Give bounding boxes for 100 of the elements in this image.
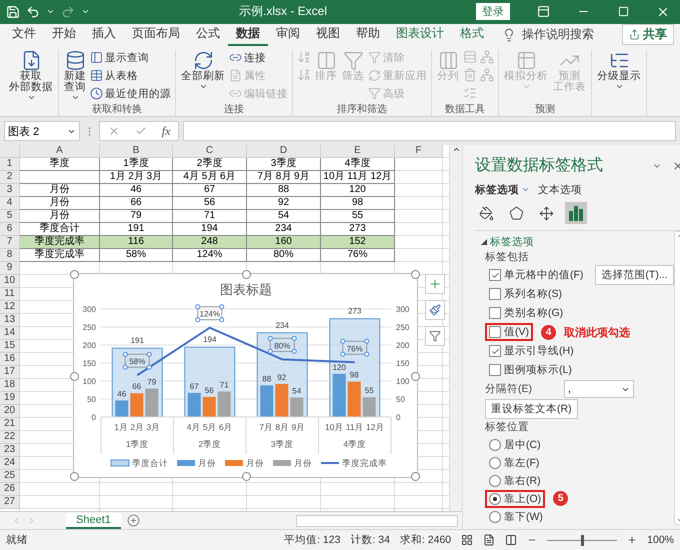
checkbox[interactable]: 单元格中的值(F) — [485, 266, 588, 284]
undo-icon[interactable] — [26, 4, 40, 19]
selection-frame[interactable] — [195, 304, 224, 322]
insert-function-button[interactable]: fx — [162, 124, 170, 139]
row-header[interactable]: 3 — [0, 184, 20, 198]
row-header[interactable]: 10 — [0, 275, 20, 288]
ribbon-tab[interactable]: 文件 — [4, 23, 44, 46]
radio-button[interactable]: 靠左(F) — [485, 454, 544, 472]
ribbon-button[interactable]: 连接 — [229, 50, 288, 66]
chart-filter-button[interactable] — [425, 326, 445, 346]
column-header[interactable]: C — [173, 145, 247, 158]
ribbon-tab[interactable]: 格式 — [452, 23, 492, 46]
name-box[interactable]: 图表 2 — [4, 121, 80, 142]
ribbon-button[interactable]: 新建 查询 — [63, 50, 87, 102]
ribbon-button[interactable]: 获取 外部数据 — [8, 50, 54, 102]
row-header[interactable]: 17 — [0, 366, 20, 380]
radio-button[interactable]: 靠右(R) — [485, 472, 545, 490]
row-header[interactable]: 1 — [0, 158, 20, 172]
row-header[interactable]: 9 — [0, 262, 20, 276]
resize-handle[interactable] — [242, 270, 251, 280]
row-header[interactable]: 27 — [0, 496, 20, 510]
sheet-tab[interactable]: Sheet1 — [66, 512, 121, 529]
selection-frame[interactable] — [268, 336, 297, 354]
resize-handle[interactable] — [70, 270, 79, 280]
horizontal-scrollbar[interactable] — [296, 514, 458, 527]
redo-icon[interactable] — [61, 4, 75, 19]
radio-button[interactable]: 靠下(W) — [485, 508, 547, 526]
resize-handle[interactable] — [70, 372, 79, 382]
row-header[interactable]: 11 — [0, 288, 20, 302]
add-sheet-icon[interactable] — [126, 514, 140, 528]
row-header[interactable]: 16 — [0, 353, 20, 366]
row-header[interactable]: 4 — [0, 197, 20, 210]
chart-style-button[interactable] — [425, 300, 445, 320]
search-field[interactable]: 操作说明搜索 — [522, 26, 594, 44]
ribbon-tab[interactable]: 审阅 — [268, 23, 308, 46]
row-header[interactable]: 5 — [0, 210, 20, 224]
section-header[interactable]: 标签选项 — [481, 234, 674, 250]
row-header[interactable]: 26 — [0, 483, 20, 496]
row-header[interactable]: 15 — [0, 340, 20, 354]
ribbon-button[interactable]: 从表格 — [90, 68, 171, 84]
ribbon-tab[interactable]: 数据 — [228, 23, 268, 46]
radio-button[interactable]: 靠上(O) — [485, 490, 546, 508]
page-layout-icon[interactable] — [483, 534, 496, 546]
cancel-icon[interactable] — [108, 125, 120, 138]
pane-tab[interactable]: 标签选项 — [475, 182, 530, 197]
selection-frame[interactable] — [122, 352, 152, 370]
row-header[interactable]: 20 — [0, 405, 20, 418]
resize-handle[interactable] — [70, 472, 79, 482]
sign-in-button[interactable]: 登录 — [476, 3, 510, 20]
row-header[interactable]: 12 — [0, 301, 20, 314]
row-header[interactable]: 21 — [0, 418, 20, 432]
normal-view-icon[interactable] — [461, 534, 474, 546]
checkbox[interactable]: 系列名称(S) — [485, 285, 566, 304]
radio-button[interactable]: 居中(C) — [485, 436, 545, 454]
checkbox[interactable]: 类别名称(G) — [485, 304, 568, 322]
row-header[interactable]: 22 — [0, 431, 20, 444]
zoom-thumb[interactable] — [581, 534, 584, 546]
save-icon[interactable] — [6, 4, 20, 19]
resize-handle[interactable] — [242, 472, 251, 482]
row-header[interactable]: 2 — [0, 171, 20, 184]
ribbon-button[interactable]: 分级显示 — [596, 50, 642, 102]
share-button[interactable]: 共享 — [622, 24, 674, 46]
ribbon-button[interactable]: 全部刷新 — [180, 50, 226, 102]
zoom-in-icon[interactable] — [627, 535, 638, 546]
row-header[interactable]: 8 — [0, 249, 20, 262]
checkbox[interactable]: 图例项标示(L) — [485, 361, 576, 380]
add-element-button[interactable] — [425, 274, 445, 294]
page-break-icon[interactable] — [505, 534, 518, 546]
ribbon-tab[interactable]: 帮助 — [348, 23, 388, 46]
selection-frame[interactable] — [340, 338, 370, 357]
pane-icon-tab[interactable] — [565, 202, 587, 224]
ribbon-tab[interactable]: 开始 — [44, 23, 84, 46]
ribbon-tab[interactable]: 页面布局 — [124, 23, 188, 46]
ribbon-button[interactable]: 最近使用的源 — [90, 86, 171, 102]
ribbon-button[interactable]: 显示查询 — [90, 50, 171, 66]
ribbon-tab[interactable]: 视图 — [308, 23, 348, 46]
row-header[interactable]: 14 — [0, 327, 20, 340]
ribbon-tab[interactable]: 公式 — [188, 23, 228, 46]
row-header[interactable]: 7 — [0, 236, 20, 250]
ribbon-tab[interactable]: 插入 — [84, 23, 124, 46]
row-header[interactable]: 25 — [0, 470, 20, 484]
close-icon[interactable] — [672, 160, 680, 172]
column-header[interactable]: D — [247, 145, 321, 158]
row-header[interactable]: 24 — [0, 457, 20, 470]
checkbox[interactable]: 显示引导线(H) — [485, 342, 578, 360]
separator-dropdown[interactable]: , — [564, 380, 634, 398]
column-header[interactable]: F — [395, 145, 443, 158]
pane-tab[interactable]: 文本选项 — [538, 182, 582, 197]
resize-handle[interactable] — [411, 270, 420, 280]
ribbon-tab[interactable]: 图表设计 — [388, 23, 452, 46]
row-header[interactable]: 19 — [0, 392, 20, 406]
formula-input[interactable] — [183, 121, 676, 142]
row-header[interactable]: 18 — [0, 379, 20, 392]
resize-handle[interactable] — [411, 372, 420, 382]
column-header[interactable]: E — [321, 145, 395, 158]
row-header[interactable]: 23 — [0, 444, 20, 458]
row-header[interactable]: 13 — [0, 314, 20, 328]
column-header[interactable]: B — [100, 145, 173, 158]
resize-handle[interactable] — [411, 472, 420, 482]
checkbox[interactable]: 值(V) — [485, 323, 533, 342]
